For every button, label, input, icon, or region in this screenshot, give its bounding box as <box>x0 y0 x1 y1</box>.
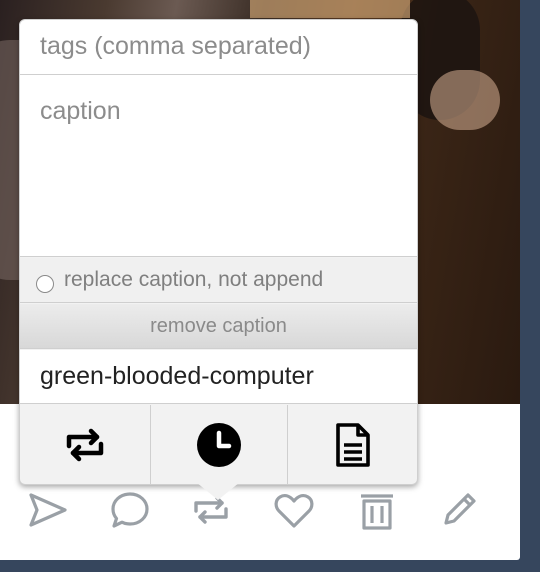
reblog-icon <box>66 428 104 462</box>
blog-selector[interactable]: green-blooded-computer <box>20 350 417 404</box>
post-actions-bar <box>0 484 520 540</box>
draft-button[interactable] <box>287 405 417 485</box>
remove-caption-button[interactable]: remove caption <box>20 304 417 349</box>
delete-button[interactable] <box>353 484 401 536</box>
photo-figure-face <box>430 70 500 130</box>
pencil-icon <box>444 493 476 525</box>
replace-caption-radio[interactable] <box>36 275 54 293</box>
clock-icon <box>197 423 241 467</box>
photo-instrument <box>250 0 410 18</box>
tags-input[interactable]: tags (comma separated) <box>20 20 417 75</box>
trash-icon <box>361 494 393 530</box>
reblog-now-button[interactable] <box>20 405 150 485</box>
caption-textarea[interactable]: caption <box>20 75 417 257</box>
popover-action-buttons <box>20 405 417 485</box>
replace-caption-label: replace caption, not append <box>64 268 324 291</box>
popover-arrow <box>196 482 240 500</box>
reply-button[interactable] <box>106 484 154 536</box>
reblog-popover: tags (comma separated) caption replace c… <box>19 19 418 485</box>
send-button[interactable] <box>24 484 72 536</box>
edit-button[interactable] <box>435 484 483 536</box>
comment-icon <box>111 492 149 528</box>
queue-button[interactable] <box>150 405 287 485</box>
like-button[interactable] <box>270 484 318 536</box>
send-icon <box>29 493 67 527</box>
remove-caption-label: remove caption <box>150 314 287 337</box>
heart-icon <box>274 494 314 528</box>
document-icon <box>335 423 370 467</box>
replace-caption-option[interactable]: replace caption, not append <box>20 258 417 303</box>
